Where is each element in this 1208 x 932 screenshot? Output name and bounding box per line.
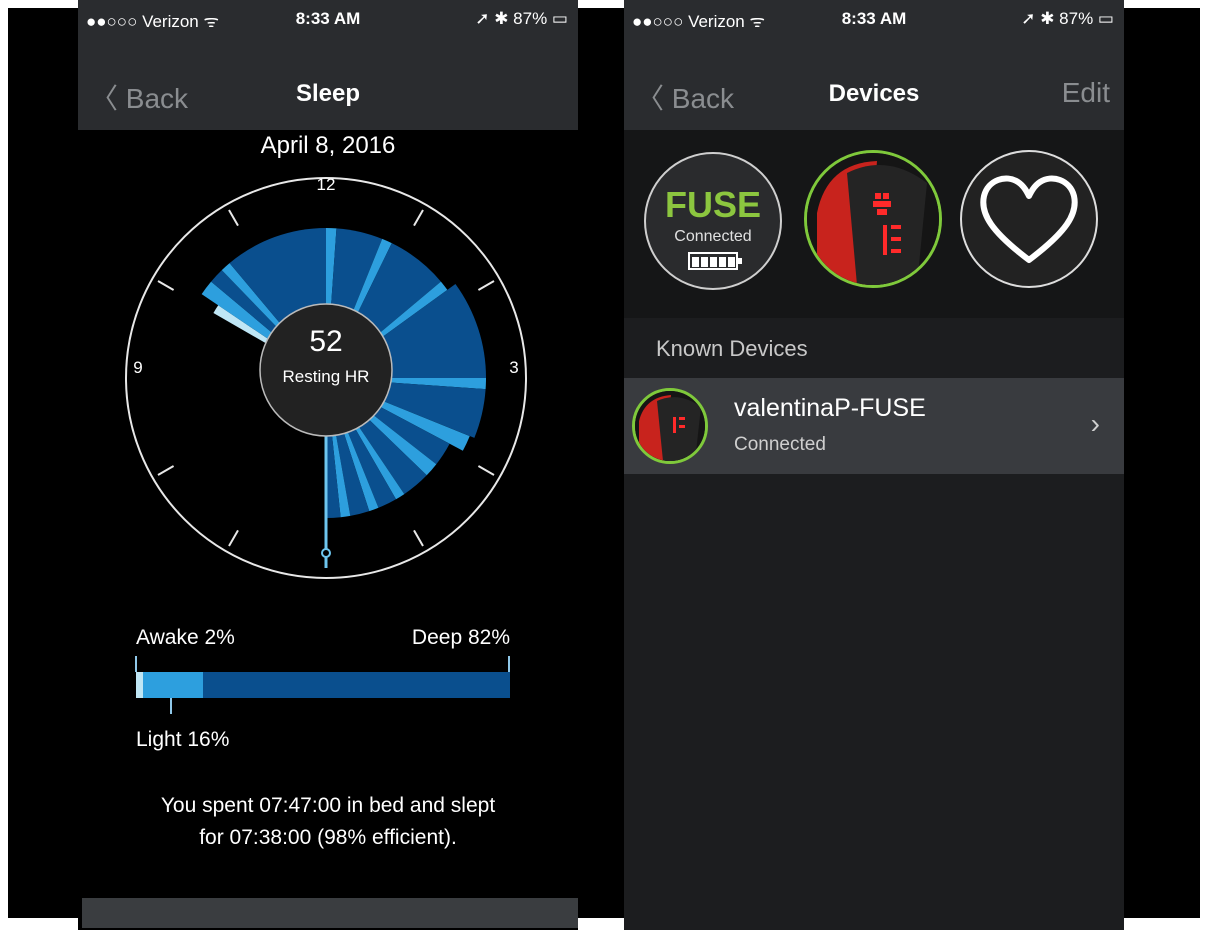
devices-screen: ●●○○○ Verizon ᯤ 8:33 AM ➚ ✱ 87% ▭ 〈 Back… bbox=[624, 0, 1124, 930]
deep-tick bbox=[508, 656, 510, 672]
dial-tick bbox=[228, 529, 239, 547]
sleep-stage-bar bbox=[136, 672, 510, 698]
wristband-icon bbox=[807, 153, 939, 285]
device-name: valentinaP-FUSE bbox=[734, 394, 926, 422]
fuse-device-card[interactable]: FUSE Connected bbox=[644, 152, 782, 290]
fuse-status: Connected bbox=[674, 228, 752, 245]
device-status: Connected bbox=[734, 434, 826, 455]
dial-tick bbox=[477, 465, 495, 476]
bottom-tab-bar[interactable] bbox=[82, 898, 578, 928]
sleep-summary: You spent 07:47:00 in bed and slept for … bbox=[98, 790, 558, 854]
dial-label-12: 12 bbox=[317, 175, 336, 194]
light-tick bbox=[170, 698, 172, 714]
device-thumbnail-icon bbox=[632, 388, 708, 464]
sleep-start-dot bbox=[321, 548, 331, 558]
summary-line-1: You spent 07:47:00 in bed and slept bbox=[160, 794, 496, 817]
dial-tick bbox=[157, 280, 175, 291]
dial-tick bbox=[157, 465, 175, 476]
sleep-date: April 8, 2016 bbox=[260, 132, 396, 159]
dial-tick bbox=[228, 209, 239, 227]
dial-tick bbox=[413, 529, 424, 547]
dial-tick bbox=[477, 280, 495, 291]
battery-icon bbox=[688, 252, 742, 270]
awake-tick bbox=[135, 656, 137, 672]
device-row-valentinap-fuse[interactable]: valentinaP-FUSE Connected › bbox=[624, 378, 1124, 474]
deep-legend: Deep 82% bbox=[411, 626, 510, 649]
battery-status: ➚ ✱ 87% ▭ bbox=[475, 9, 568, 28]
dial-label-3: 3 bbox=[509, 358, 518, 377]
band-device-card[interactable] bbox=[804, 150, 942, 288]
status-bar: ●●○○○ Verizon ᯤ 8:33 AM ➚ ✱ 87% ▭ bbox=[624, 0, 1124, 34]
heart-rate-device-card[interactable] bbox=[960, 150, 1098, 288]
resting-hr-value: 52 bbox=[309, 325, 342, 358]
page-title: Sleep bbox=[295, 80, 361, 107]
edit-button[interactable]: Edit bbox=[1062, 77, 1110, 109]
page-title: Devices bbox=[828, 80, 920, 107]
sleep-clock-dial: 12 3 9 52 Resting HR bbox=[125, 175, 527, 579]
dial-label-9: 9 bbox=[133, 358, 142, 377]
chevron-right-icon: › bbox=[1090, 408, 1100, 439]
battery-status: ➚ ✱ 87% ▭ bbox=[1021, 9, 1114, 28]
known-devices-header: Known Devices bbox=[656, 336, 808, 361]
awake-segment bbox=[136, 672, 144, 698]
dial-tick bbox=[413, 209, 424, 227]
resting-hr-label: Resting HR bbox=[283, 367, 370, 386]
summary-line-2: for 07:38:00 (98% efficient). bbox=[199, 826, 457, 849]
status-bar: ●●○○○ Verizon ᯤ 8:33 AM ➚ ✱ 87% ▭ bbox=[78, 0, 578, 34]
light-segment bbox=[143, 672, 204, 698]
light-legend: Light 16% bbox=[136, 728, 230, 751]
fuse-title: FUSE bbox=[664, 184, 761, 225]
awake-legend: Awake 2% bbox=[136, 626, 235, 649]
sleep-screen: ●●○○○ Verizon ᯤ 8:33 AM ➚ ✱ 87% ▭ 〈 Back… bbox=[78, 0, 578, 930]
heart-icon bbox=[980, 175, 1078, 263]
